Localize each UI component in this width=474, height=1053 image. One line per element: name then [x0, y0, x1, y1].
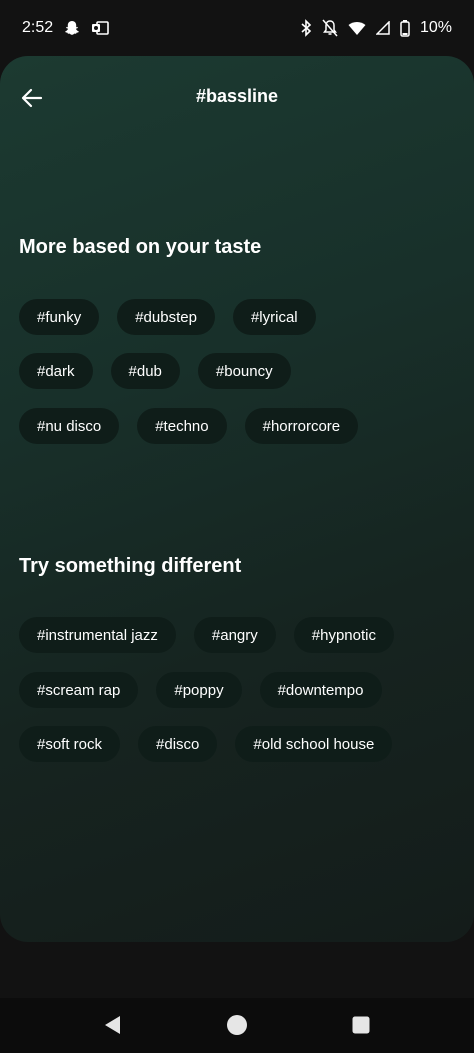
chip-row: #instrumental jazz #angry #hypnotic — [19, 617, 394, 653]
tag-chip[interactable]: #disco — [138, 726, 218, 762]
chip-row: #dark #dub #bouncy — [19, 353, 291, 389]
tag-chip[interactable]: #funky — [19, 299, 100, 335]
tag-chip[interactable]: #horrorcore — [244, 408, 359, 444]
section-title-taste: More based on your taste — [19, 236, 262, 258]
tag-chip[interactable]: #poppy — [156, 672, 242, 708]
tag-chip[interactable]: #nu disco — [19, 408, 120, 444]
tag-chip[interactable]: #lyrical — [232, 299, 316, 335]
outlook-icon — [91, 20, 109, 36]
home-circle-icon — [227, 1015, 247, 1035]
tag-chip[interactable]: #dark — [19, 353, 93, 389]
tag-chip[interactable]: #instrumental jazz — [19, 617, 176, 653]
nav-recents-button[interactable] — [348, 1012, 374, 1038]
clock: 2:52 — [22, 19, 54, 36]
bell-off-icon — [322, 19, 338, 37]
section-title-different: Try something different — [19, 555, 242, 577]
bluetooth-icon — [300, 19, 312, 37]
tag-chip[interactable]: #old school house — [235, 726, 393, 762]
tag-chip[interactable]: #techno — [137, 408, 227, 444]
chip-row: #nu disco #techno #horrorcore — [19, 408, 359, 444]
snapchat-icon — [63, 19, 81, 37]
nav-home-button[interactable] — [224, 1012, 250, 1038]
system-nav-bar — [0, 998, 474, 1053]
signal-icon — [375, 21, 390, 35]
tag-chip[interactable]: #scream rap — [19, 672, 139, 708]
tag-chip[interactable]: #bouncy — [197, 353, 291, 389]
tag-chip[interactable]: #dubstep — [117, 299, 215, 335]
chip-row: #scream rap #poppy #downtempo — [19, 672, 382, 708]
tag-chip[interactable]: #hypnotic — [293, 617, 394, 653]
chip-row: #soft rock #disco #old school house — [19, 726, 393, 762]
battery-icon — [400, 19, 410, 37]
wifi-icon — [348, 20, 366, 36]
back-triangle-icon — [105, 1016, 120, 1034]
header: #bassline — [0, 56, 474, 144]
status-bar-left: 2:52 — [22, 19, 109, 37]
status-bar-right: 10% — [300, 19, 452, 37]
tag-chip[interactable]: #angry — [193, 617, 276, 653]
tag-chip[interactable]: #soft rock — [19, 726, 121, 762]
status-bar: 2:52 10% — [0, 0, 474, 56]
page-title: #bassline — [195, 86, 279, 106]
tag-chip[interactable]: #dub — [110, 353, 180, 389]
chip-row: #funky #dubstep #lyrical — [19, 299, 316, 335]
recents-square-icon — [352, 1016, 370, 1034]
tag-sheet: #bassline More based on your taste #funk… — [0, 56, 474, 942]
battery-percent: 10% — [419, 19, 452, 36]
tag-chip[interactable]: #downtempo — [259, 672, 382, 708]
nav-back-button[interactable] — [100, 1012, 126, 1038]
